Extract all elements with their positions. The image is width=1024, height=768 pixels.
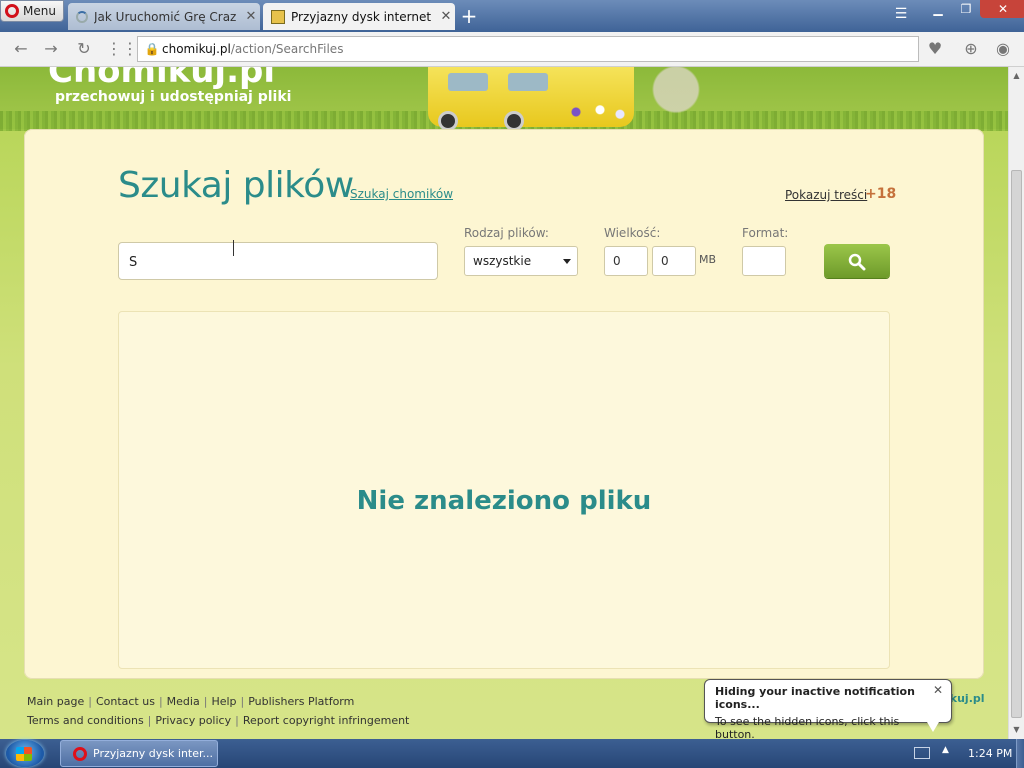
site-logo[interactable]: Chomikuj.pl xyxy=(48,67,275,91)
flowers-illustration xyxy=(560,101,640,123)
windows-taskbar: Przyjazny dysk inter... xyxy=(0,739,1024,768)
footer-link-media[interactable]: Media xyxy=(167,695,200,708)
page-scrollbar[interactable]: ▲ ▼ xyxy=(1008,67,1024,739)
search-input[interactable]: S xyxy=(118,242,438,280)
url-path: /action/SearchFiles xyxy=(230,42,344,56)
notification-balloon[interactable]: Hiding your inactive notification icons.… xyxy=(704,679,952,741)
balloon-tail xyxy=(927,722,939,732)
size-label: Wielkość: xyxy=(604,226,661,240)
maximize-button[interactable]: ❐ xyxy=(952,0,980,18)
reload-icon[interactable]: ↻ xyxy=(73,39,95,59)
new-tab-button[interactable]: + xyxy=(458,5,480,27)
footer-link-terms[interactable]: Terms and conditions xyxy=(27,714,144,727)
navigation-bar: ← → ↻ ⋮⋮ 🔒 chomikuj.pl/action/SearchFile… xyxy=(0,32,1024,67)
tab-menu-icon[interactable]: ☰ xyxy=(892,6,910,24)
notification-title: Hiding your inactive notification icons.… xyxy=(715,685,915,711)
speed-dial-icon[interactable]: ⋮⋮ xyxy=(106,39,138,59)
footer-link-privacy[interactable]: Privacy policy xyxy=(155,714,231,727)
web-page: Chomikuj.pl przechowuj i udostępniaj pli… xyxy=(0,67,1008,739)
show-desktop-button[interactable] xyxy=(1016,739,1024,768)
keyboard-icon[interactable] xyxy=(914,747,930,759)
results-area: Nie znaleziono pliku xyxy=(118,311,890,669)
notification-body: To see the hidden icons, click this butt… xyxy=(715,715,900,741)
taskbar-window-title: Przyjazny dysk inter... xyxy=(93,747,213,760)
show-content-link[interactable]: Pokazuj treści xyxy=(785,188,867,202)
show-hidden-icons-icon[interactable]: ▲ xyxy=(942,745,949,755)
size-unit: MB xyxy=(699,253,717,266)
minimize-button[interactable]: ▁ xyxy=(924,0,952,18)
close-window-button[interactable]: ✕ xyxy=(980,0,1024,18)
close-icon[interactable]: ✕ xyxy=(933,683,943,697)
opera-logo-icon xyxy=(5,4,19,18)
browser-titlebar: Menu Jak Uruchomić Grę Crazy D… ✕ Przyja… xyxy=(0,0,1024,32)
site-tagline: przechowuj i udostępniaj pliki xyxy=(55,89,292,105)
page-title: Szukaj plików xyxy=(118,165,354,206)
account-icon[interactable]: ◉ xyxy=(992,39,1014,59)
download-icon[interactable]: ⊕ xyxy=(960,39,982,59)
format-label: Format: xyxy=(742,226,789,240)
loading-spinner-icon xyxy=(76,10,88,23)
footer-link-help[interactable]: Help xyxy=(211,695,236,708)
tab-title: Przyjazny dysk internetowy xyxy=(291,9,431,24)
search-users-link[interactable]: Szukaj chomików xyxy=(350,187,453,201)
close-tab-icon[interactable]: ✕ xyxy=(437,9,455,24)
tab-jak-uruchomic[interactable]: Jak Uruchomić Grę Crazy D… ✕ xyxy=(68,3,260,30)
file-type-label: Rodzaj plików: xyxy=(464,226,549,240)
format-input[interactable] xyxy=(742,246,786,276)
no-results-message: Nie znaleziono pliku xyxy=(356,486,652,516)
text-cursor-icon xyxy=(233,240,240,256)
taskbar-opera-window[interactable]: Przyjazny dysk inter... xyxy=(60,740,218,767)
chomikuj-favicon-icon xyxy=(271,9,285,24)
header-banner: Chomikuj.pl przechowuj i udostępniaj pli… xyxy=(0,67,1008,131)
footer-link-contact[interactable]: Contact us xyxy=(96,695,155,708)
secure-lock-icon: 🔒 xyxy=(144,42,160,56)
opera-icon xyxy=(73,746,87,761)
forward-icon[interactable]: → xyxy=(40,39,62,59)
heart-icon[interactable]: ♥ xyxy=(924,39,946,59)
menu-label: Menu xyxy=(23,4,56,18)
footer-link-report[interactable]: Report copyright infringement xyxy=(243,714,410,727)
dropdown-arrow-icon xyxy=(563,259,571,264)
tab-przyjazny-dysk[interactable]: Przyjazny dysk internetowy ✕ xyxy=(263,3,455,30)
footer-link-publishers[interactable]: Publishers Platform xyxy=(248,695,354,708)
size-max-input[interactable]: 0 xyxy=(652,246,696,276)
scrollbar-thumb[interactable] xyxy=(1011,170,1022,718)
window-controls: ▁ ❐ ✕ xyxy=(924,0,1024,20)
system-clock[interactable]: 1:24 PM xyxy=(968,747,1012,760)
search-panel: Szukaj plików Szukaj chomików Pokazuj tr… xyxy=(24,129,984,679)
url-host: chomikuj.pl xyxy=(162,42,231,56)
windows-logo-icon xyxy=(16,747,32,761)
adult-content-badge[interactable]: +18 xyxy=(865,186,896,202)
file-type-value: wszystkie xyxy=(473,254,532,268)
close-tab-icon[interactable]: ✕ xyxy=(242,9,260,24)
scroll-up-icon[interactable]: ▲ xyxy=(1009,69,1024,83)
tab-title: Jak Uruchomić Grę Crazy D… xyxy=(94,9,236,24)
size-min-input[interactable]: 0 xyxy=(604,246,648,276)
footer-link-main-page[interactable]: Main page xyxy=(27,695,84,708)
file-type-select[interactable]: wszystkie xyxy=(464,246,578,276)
banner-decoration xyxy=(636,67,716,123)
scroll-down-icon[interactable]: ▼ xyxy=(1009,723,1024,737)
search-button[interactable] xyxy=(824,244,890,278)
footer-links: Main page | Contact us | Media | Help | Publishe… xyxy=(27,695,410,727)
search-icon xyxy=(848,253,866,271)
back-icon[interactable]: ← xyxy=(10,39,32,59)
address-bar[interactable]: 🔒 chomikuj.pl/action/SearchFiles xyxy=(137,36,919,62)
opera-menu-button[interactable]: Menu xyxy=(0,0,64,22)
